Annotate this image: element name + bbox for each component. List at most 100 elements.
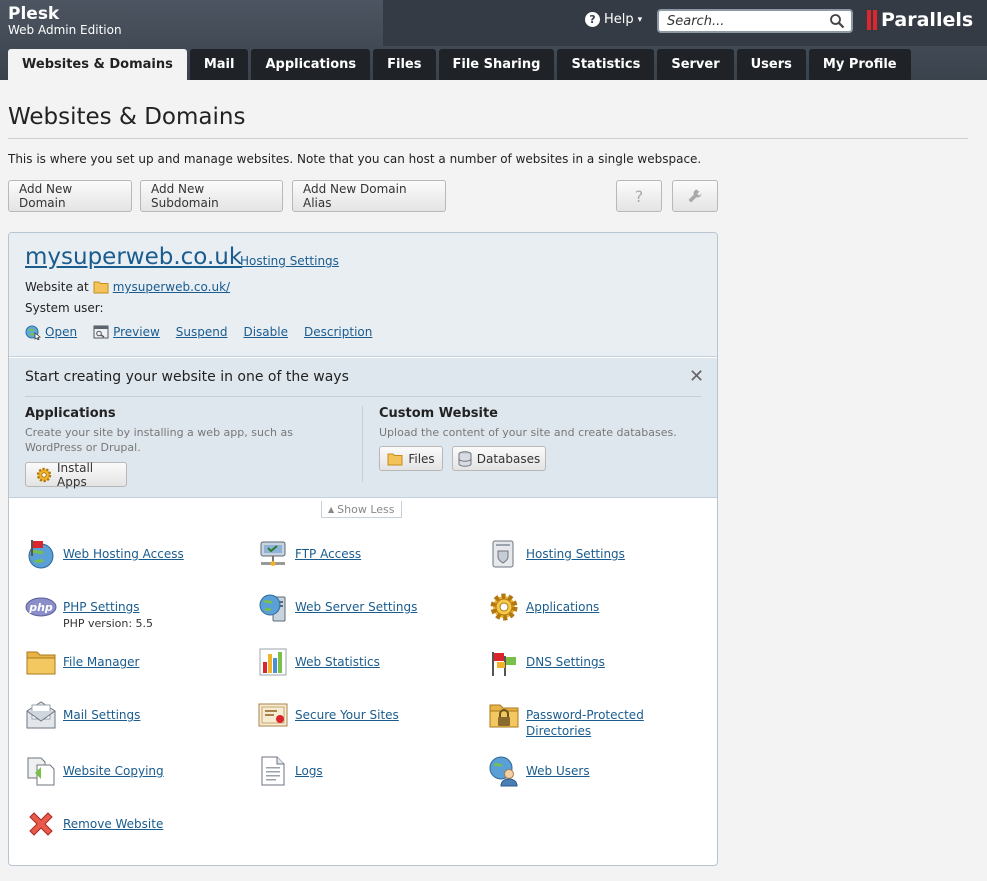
preview-link: Preview bbox=[113, 325, 160, 339]
parallels-logo: Parallels bbox=[867, 9, 973, 31]
databases-label: Databases bbox=[476, 451, 541, 466]
preview-action[interactable]: Preview bbox=[93, 325, 160, 339]
start-creating-title: Start creating your website in one of th… bbox=[25, 369, 349, 385]
globe-flag-icon bbox=[25, 538, 57, 570]
website-at-row: Website at mysuperweb.co.uk/ bbox=[25, 280, 230, 294]
system-user: System user: bbox=[25, 301, 104, 315]
tool-web-users[interactable]: Web Users bbox=[488, 755, 590, 787]
logo-text: Parallels bbox=[881, 9, 974, 31]
password-protected-directories-link-line2: Directories bbox=[526, 724, 592, 738]
install-apps-label: Install Apps bbox=[57, 460, 94, 489]
tool-remove-website[interactable]: Remove Website bbox=[25, 808, 163, 840]
description-action[interactable]: Description bbox=[304, 325, 372, 339]
tab-applications[interactable]: Applications bbox=[251, 49, 371, 80]
start-creating-section: Start creating your website in one of th… bbox=[9, 358, 717, 498]
column-divider bbox=[362, 406, 363, 482]
tool-web-hosting-access[interactable]: Web Hosting Access bbox=[25, 538, 184, 570]
top-header: Plesk Web Admin Edition ? Help ▾ Paralle… bbox=[0, 0, 987, 80]
tool-logs[interactable]: Logs bbox=[257, 755, 323, 787]
folder-icon bbox=[25, 646, 57, 678]
add-new-subdomain-button[interactable]: Add New Subdomain bbox=[140, 180, 283, 212]
domain-name-link[interactable]: mysuperweb.co.uk bbox=[25, 244, 242, 270]
ftp-server-icon bbox=[257, 538, 289, 570]
open-link: Open bbox=[45, 325, 78, 339]
tool-php-settings[interactable]: php PHP Settings PHP version: 5.5 bbox=[25, 591, 153, 632]
search-icon[interactable] bbox=[829, 13, 845, 29]
description-link: Description bbox=[304, 325, 373, 339]
help-menu[interactable]: ? Help ▾ bbox=[585, 12, 642, 27]
page-title: Websites & Domains bbox=[8, 104, 246, 130]
hosting-settings-icon bbox=[488, 538, 520, 570]
file-manager-link: File Manager bbox=[63, 655, 140, 669]
hosting-settings-tool-link: Hosting Settings bbox=[526, 547, 625, 561]
secure-sites-link: Secure Your Sites bbox=[295, 708, 399, 722]
tab-files[interactable]: Files bbox=[373, 49, 436, 80]
website-url-link[interactable]: mysuperweb.co.uk/ bbox=[113, 280, 230, 294]
close-icon[interactable]: ✕ bbox=[689, 368, 704, 386]
tool-hosting-settings[interactable]: Hosting Settings bbox=[488, 538, 625, 570]
show-less-toggle[interactable]: ▲ Show Less bbox=[321, 501, 402, 518]
mail-envelope-icon bbox=[25, 699, 57, 731]
tab-users[interactable]: Users bbox=[736, 49, 806, 80]
tool-website-copying[interactable]: Website Copying bbox=[25, 755, 164, 787]
preview-icon bbox=[93, 325, 109, 339]
tab-statistics[interactable]: Statistics bbox=[557, 49, 655, 80]
files-label: Files bbox=[408, 451, 435, 466]
php-settings-link: PHP Settings bbox=[63, 600, 140, 614]
tool-mail-settings[interactable]: Mail Settings bbox=[25, 699, 140, 731]
custom-website-option-desc: Upload the content of your site and crea… bbox=[379, 426, 677, 439]
parallels-bars-icon bbox=[867, 10, 877, 30]
certificate-icon bbox=[257, 699, 289, 731]
add-new-domain-button[interactable]: Add New Domain bbox=[8, 180, 132, 212]
add-new-domain-alias-button[interactable]: Add New Domain Alias bbox=[292, 180, 446, 212]
remove-x-icon bbox=[25, 808, 57, 840]
web-users-link: Web Users bbox=[526, 764, 590, 778]
dns-flags-icon bbox=[488, 646, 520, 678]
log-document-icon bbox=[257, 755, 289, 787]
files-button[interactable]: Files bbox=[379, 446, 443, 471]
applications-option-title: Applications bbox=[25, 406, 116, 421]
disable-link: Disable bbox=[243, 325, 288, 339]
tool-applications[interactable]: Applications bbox=[488, 591, 599, 623]
start-divider bbox=[25, 396, 701, 397]
php-version: PHP version: 5.5 bbox=[63, 617, 154, 630]
mail-settings-link: Mail Settings bbox=[63, 708, 141, 722]
tool-password-protected-directories[interactable]: Password-Protected Directories bbox=[488, 699, 644, 739]
statistics-icon bbox=[257, 646, 289, 678]
chevron-down-icon: ▾ bbox=[637, 14, 643, 25]
locked-folder-icon bbox=[488, 699, 520, 731]
website-at-label: Website at bbox=[25, 280, 89, 294]
tool-ftp-access[interactable]: FTP Access bbox=[257, 538, 361, 570]
tool-secure-sites[interactable]: Secure Your Sites bbox=[257, 699, 399, 731]
website-copying-link: Website Copying bbox=[63, 764, 164, 778]
page-intro: This is where you set up and manage webs… bbox=[8, 152, 702, 166]
install-apps-button[interactable]: Install Apps bbox=[25, 460, 127, 489]
tool-dns-settings[interactable]: DNS Settings bbox=[488, 646, 605, 678]
tool-web-server-settings[interactable]: Web Server Settings bbox=[257, 591, 417, 623]
ftp-access-link: FTP Access bbox=[295, 547, 362, 561]
disable-action[interactable]: Disable bbox=[243, 325, 288, 339]
tool-file-manager[interactable]: File Manager bbox=[25, 646, 140, 678]
main-tabs: Websites & Domains Mail Applications Fil… bbox=[8, 49, 911, 80]
remove-website-link: Remove Website bbox=[63, 817, 164, 831]
hosting-settings-link[interactable]: Hosting Settings bbox=[240, 254, 339, 268]
tab-server[interactable]: Server bbox=[657, 49, 734, 80]
title-divider bbox=[8, 138, 968, 139]
settings-button[interactable] bbox=[672, 180, 718, 212]
folder-icon bbox=[93, 280, 109, 294]
question-icon: ? bbox=[634, 186, 644, 206]
open-icon bbox=[25, 324, 41, 340]
tab-mail[interactable]: Mail bbox=[189, 49, 249, 80]
tab-my-profile[interactable]: My Profile bbox=[808, 49, 911, 80]
open-action[interactable]: Open bbox=[25, 324, 77, 340]
web-statistics-link: Web Statistics bbox=[295, 655, 380, 669]
suspend-action[interactable]: Suspend bbox=[176, 325, 228, 339]
tab-file-sharing[interactable]: File Sharing bbox=[438, 49, 555, 80]
tab-websites-domains[interactable]: Websites & Domains bbox=[8, 49, 187, 80]
help-label: Help bbox=[604, 12, 634, 27]
search-input[interactable] bbox=[665, 12, 825, 30]
databases-button[interactable]: Databases bbox=[452, 446, 546, 471]
php-icon: php bbox=[25, 591, 57, 623]
help-button[interactable]: ? bbox=[616, 180, 662, 212]
tool-web-statistics[interactable]: Web Statistics bbox=[257, 646, 380, 678]
